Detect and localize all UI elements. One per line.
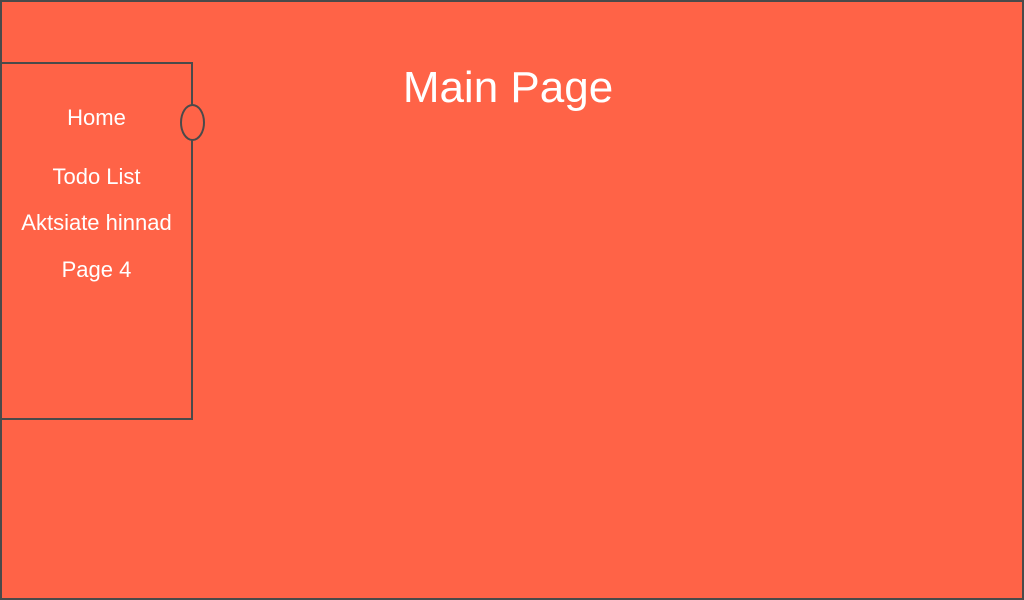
sidebar-item-todo-list[interactable]: Todo List xyxy=(2,163,191,191)
app-window: Main Page Home Todo List Aktsiate hinnad… xyxy=(0,0,1024,600)
sidebar-item-stock-prices[interactable]: Aktsiate hinnad xyxy=(2,209,191,237)
sidebar-item-page-4[interactable]: Page 4 xyxy=(2,256,191,284)
sidebar-drawer: Home Todo List Aktsiate hinnad Page 4 xyxy=(2,62,193,420)
sidebar-item-home[interactable]: Home xyxy=(2,104,191,132)
drawer-handle[interactable] xyxy=(180,104,205,141)
